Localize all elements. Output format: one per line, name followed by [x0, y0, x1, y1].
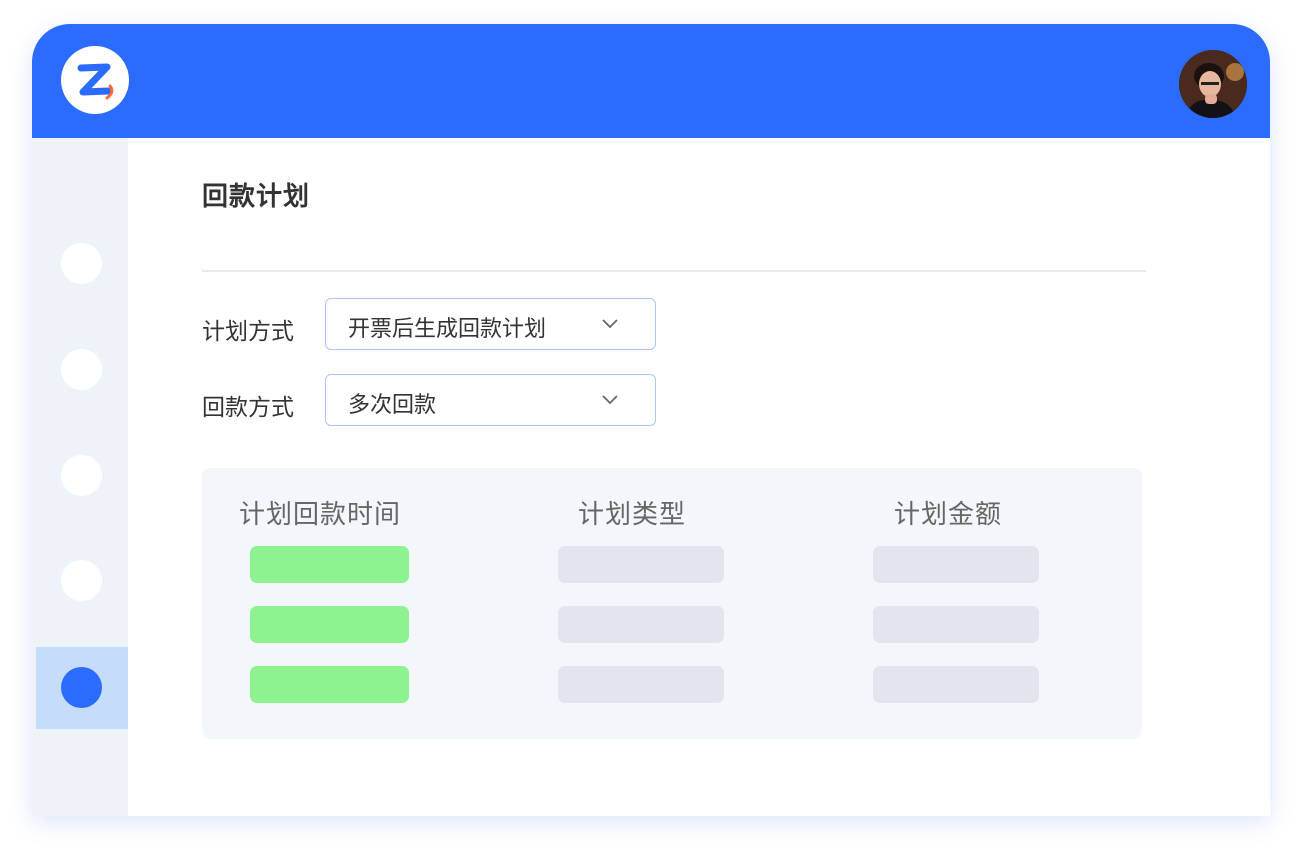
nav-dot-icon [61, 560, 102, 601]
nav-dot-icon [61, 455, 102, 496]
app-window: 回款计划 计划方式 开票后生成回款计划 回款方式 多次回款 计划回款时间 计划类… [32, 24, 1270, 816]
table-cell-placeholder [873, 666, 1039, 703]
main-content: 回款计划 计划方式 开票后生成回款计划 回款方式 多次回款 计划回款时间 计划类… [128, 138, 1270, 816]
page-title: 回款计划 [202, 182, 311, 212]
table-cell-placeholder [250, 606, 409, 643]
chevron-down-icon [602, 319, 618, 329]
sidebar-item-5-active[interactable] [36, 647, 128, 729]
column-header-plan-time: 计划回款时间 [239, 500, 402, 530]
nav-dot-icon [61, 667, 102, 708]
table-cell-placeholder [250, 546, 409, 583]
payment-method-select[interactable]: 多次回款 [325, 374, 656, 426]
sidebar-item-1[interactable] [36, 223, 128, 305]
table-cell-placeholder [558, 606, 724, 643]
user-avatar[interactable] [1179, 50, 1247, 118]
table-cell-placeholder [873, 546, 1039, 583]
z-logo-icon[interactable] [61, 46, 129, 114]
nav-dot-icon [61, 349, 102, 390]
plan-method-select[interactable]: 开票后生成回款计划 [325, 298, 656, 350]
column-header-plan-type: 计划类型 [578, 500, 687, 530]
column-header-plan-amount: 计划金额 [894, 500, 1003, 530]
nav-dot-icon [61, 243, 102, 284]
sidebar [32, 138, 128, 816]
divider [202, 270, 1146, 272]
sidebar-item-3[interactable] [36, 435, 128, 517]
chevron-down-icon [602, 395, 618, 405]
table-cell-placeholder [558, 546, 724, 583]
table-cell-placeholder [250, 666, 409, 703]
plan-method-value: 开票后生成回款计划 [348, 317, 547, 342]
table-cell-placeholder [873, 606, 1039, 643]
sidebar-item-4[interactable] [36, 540, 128, 622]
top-bar [32, 24, 1270, 138]
table-cell-placeholder [558, 666, 724, 703]
plan-method-label: 计划方式 [202, 319, 294, 345]
payment-method-label: 回款方式 [202, 395, 294, 421]
payment-method-value: 多次回款 [348, 393, 437, 418]
payment-plan-table: 计划回款时间 计划类型 计划金额 [202, 468, 1142, 739]
sidebar-item-2[interactable] [36, 329, 128, 411]
